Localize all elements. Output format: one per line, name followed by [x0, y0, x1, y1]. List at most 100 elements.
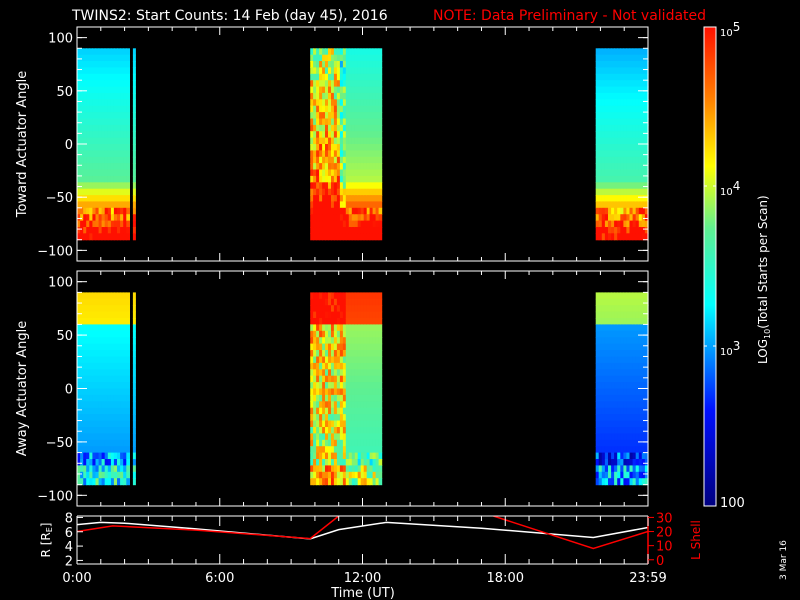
- y-right-tick-label: 30: [656, 511, 673, 526]
- y-tick-label: −100: [37, 244, 73, 259]
- y-left-tick-label: 6: [65, 526, 73, 541]
- colorbar-tick-1e3: 103: [720, 339, 740, 358]
- heatmap-cell: [132, 48, 136, 56]
- heatmap-cell: [378, 99, 383, 107]
- heatmap-cell: [132, 137, 136, 145]
- heatmap-cell: [132, 478, 136, 486]
- heatmap-cell: [126, 48, 130, 56]
- heatmap-cell: [132, 394, 136, 402]
- heatmap-cell: [378, 227, 383, 234]
- heatmap-cell: [378, 465, 383, 473]
- heatmap-cell: [126, 227, 130, 234]
- heatmap-cell: [126, 144, 130, 151]
- colorbar-tick-1e5: 105: [720, 20, 740, 39]
- heatmap-cell: [378, 131, 383, 139]
- heatmap-cell: [132, 195, 136, 203]
- heatmap-cell: [132, 92, 136, 100]
- heatmap-cell: [126, 92, 130, 100]
- heatmap-cell: [126, 201, 130, 209]
- heatmap-cell: [378, 214, 383, 222]
- heatmap-cell: [378, 318, 383, 325]
- heatmap-cell: [132, 343, 136, 351]
- heatmap-cell: [126, 382, 130, 390]
- heatmap-cell: [378, 220, 383, 228]
- heatmap-cell: [132, 298, 136, 306]
- heatmap-cell: [126, 169, 130, 177]
- lshell-axis-label: L Shell: [689, 520, 703, 560]
- heatmap-cell: [132, 427, 136, 434]
- y-right-tick-label: 0: [656, 554, 664, 569]
- heatmap-cell: [126, 105, 130, 113]
- heatmap-cell: [132, 67, 136, 75]
- heatmap-cell: [132, 350, 136, 357]
- heatmap-cell: [132, 439, 136, 447]
- colorbar-gradient: [703, 26, 717, 507]
- heatmap-cell: [378, 330, 383, 338]
- heatmap-cell: [132, 118, 136, 126]
- heatmap-cell: [126, 452, 130, 460]
- heatmap-cell: [378, 156, 383, 164]
- x-tick-label: 6:00: [205, 571, 234, 586]
- heatmap-cell: [378, 144, 383, 151]
- heatmap-cell: [378, 324, 383, 332]
- heatmap-cell: [132, 156, 136, 164]
- heatmap-cell: [126, 233, 130, 241]
- heatmap-cell: [132, 150, 136, 158]
- lshell-line: [77, 516, 340, 540]
- heatmap-cell: [378, 388, 383, 396]
- heatmap-cell: [126, 214, 130, 222]
- heatmap-cell: [132, 337, 136, 345]
- heatmap-cell: [126, 362, 130, 370]
- y-tick-label: 50: [56, 329, 73, 344]
- heatmap-cell: [378, 433, 383, 441]
- heatmap-cell: [126, 207, 130, 215]
- heatmap-cell: [378, 471, 383, 479]
- colorbar-label: LOG10(Total Starts per Scan): [756, 195, 772, 364]
- heatmap-cell: [126, 195, 130, 203]
- x-tick-label: 18:00: [487, 571, 524, 586]
- heatmap-cell: [132, 233, 136, 241]
- heatmap-cell: [132, 214, 136, 222]
- heatmap-cell: [126, 356, 130, 364]
- heatmap-cell: [378, 188, 383, 196]
- heatmap-cell: [126, 182, 130, 190]
- heatmap-cell: [132, 86, 136, 94]
- heatmap-cell: [126, 439, 130, 447]
- heatmap-cell: [126, 407, 130, 415]
- y-tick-label: 100: [48, 32, 73, 47]
- heatmap-cell: [126, 394, 130, 402]
- heatmap-cell: [126, 388, 130, 396]
- heatmap-cell: [126, 478, 130, 486]
- heatmap-cell: [126, 54, 130, 62]
- heatmap-cell: [126, 318, 130, 325]
- heatmap-cell: [132, 80, 136, 88]
- heatmap-cell: [132, 318, 136, 325]
- r-label-main: R [R: [39, 532, 53, 557]
- heatmap-cell: [132, 207, 136, 215]
- heatmap-cell: [126, 427, 130, 434]
- heatmap-cell: [378, 201, 383, 209]
- heatmap-cell: [132, 330, 136, 338]
- heatmap-cell: [132, 220, 136, 228]
- colorbar-tick-1e4: 104: [720, 179, 740, 198]
- heatmap-cell: [378, 163, 383, 171]
- y-axis-label: Away Actuator Angle: [15, 321, 30, 456]
- x-axis-label: Time (UT): [330, 586, 395, 600]
- heatmap-cell: [378, 311, 383, 319]
- heatmap-cell: [126, 292, 130, 300]
- heatmap-cell: [378, 337, 383, 345]
- heatmap-cell: [126, 131, 130, 139]
- heatmap-cell: [132, 324, 136, 332]
- heatmap-cell: [378, 407, 383, 415]
- heatmap-cell: [378, 369, 383, 377]
- heatmap-cell: [126, 156, 130, 164]
- heatmap-cell: [132, 414, 136, 422]
- toward-panel: 100 50 0 −50 −100 Toward Actuator Angle: [15, 26, 649, 262]
- heatmap-cell: [378, 54, 383, 62]
- heatmap-cell: [126, 175, 130, 183]
- heatmap-cell: [378, 305, 383, 313]
- heatmap-cell: [378, 118, 383, 126]
- heatmap-cell: [378, 73, 383, 81]
- heatmap-cell: [126, 305, 130, 313]
- heatmap-cell: [126, 163, 130, 171]
